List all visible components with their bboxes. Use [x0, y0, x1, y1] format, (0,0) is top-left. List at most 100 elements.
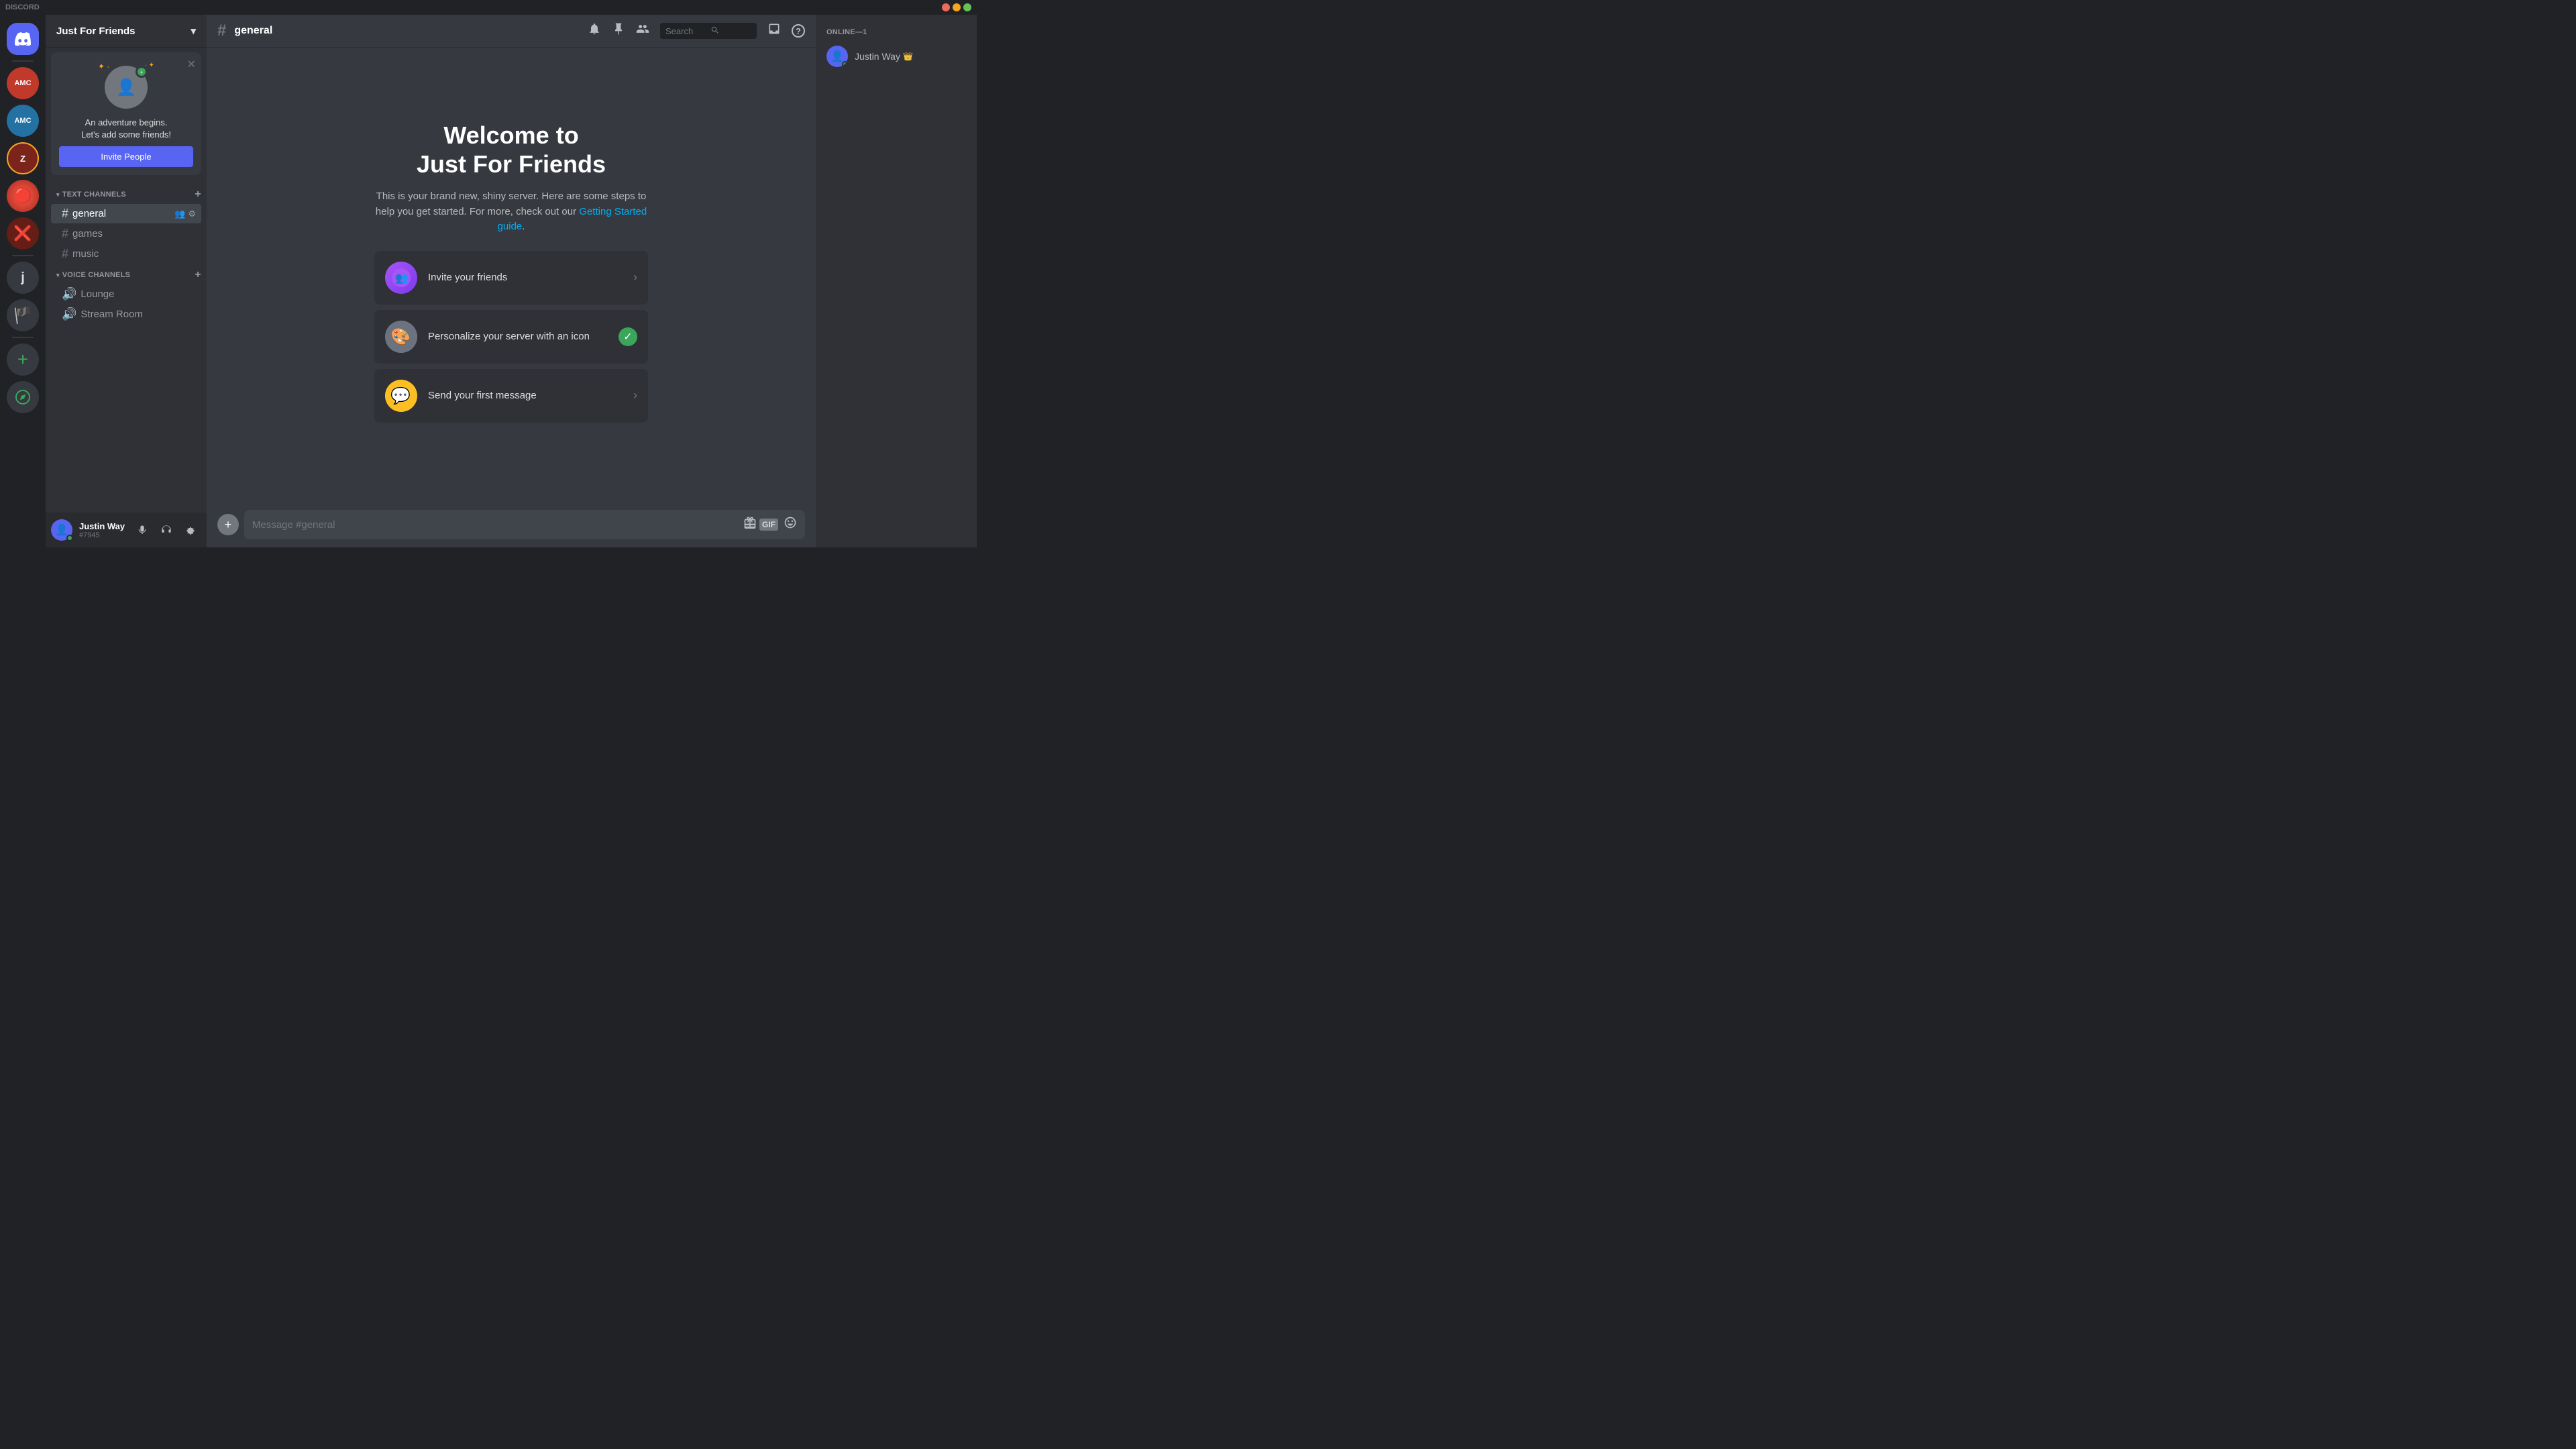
voice-channel-icon-1: 🔊: [62, 287, 76, 301]
add-member-icon[interactable]: 👥: [174, 209, 185, 219]
channel-item-lounge[interactable]: 🔊 Lounge: [51, 284, 201, 304]
member-status-dot: [842, 61, 848, 67]
user-settings-button[interactable]: [180, 519, 201, 541]
explore-button[interactable]: [7, 381, 39, 413]
main-content: # general Search: [207, 15, 816, 547]
emoji-icon[interactable]: [784, 516, 797, 533]
personalize-icon: 🎨: [385, 321, 417, 353]
invite-avatar-area: ✦ · · ✦ 👤 +: [59, 60, 193, 111]
channel-item-general[interactable]: # general 👥 ⚙: [51, 204, 201, 223]
welcome-content: Welcome to Just For Friends This is your…: [364, 99, 659, 449]
invite-popup-close[interactable]: ✕: [187, 58, 196, 71]
welcome-title: Welcome to Just For Friends: [374, 121, 648, 178]
server-divider: [12, 60, 34, 62]
svg-text:🎨: 🎨: [390, 327, 411, 346]
channel-item-stream-room[interactable]: 🔊 Stream Room: [51, 305, 201, 324]
discriminator: #7945: [79, 531, 129, 539]
add-text-channel-icon[interactable]: +: [195, 189, 201, 201]
maximize-btn[interactable]: [963, 3, 971, 11]
invite-friends-label: Invite your friends: [428, 272, 633, 283]
personalize-card[interactable]: 🎨 Personalize your server with an icon ✓: [374, 310, 648, 364]
member-item-justin[interactable]: 👤 Justin Way 👑: [821, 42, 971, 71]
help-icon[interactable]: ?: [792, 24, 805, 38]
gift-icon[interactable]: [743, 516, 757, 533]
voice-channels-section: ▾ VOICE CHANNELS + 🔊 Lounge 🔊 Stream Roo…: [46, 266, 207, 324]
server-icon-xserver[interactable]: ❌: [7, 217, 39, 250]
server-icon-amc2[interactable]: AMC: [7, 105, 39, 137]
minimize-btn[interactable]: [953, 3, 961, 11]
header-channel-name: general: [234, 25, 272, 37]
online-header: ONLINE—1: [821, 25, 971, 39]
invite-text: An adventure begins. Let's add some frie…: [59, 117, 193, 141]
server-icon-amc1[interactable]: AMC: [7, 67, 39, 99]
search-placeholder: Search: [665, 26, 706, 36]
invite-friends-icon: 👥: [385, 262, 417, 294]
server-chevron-icon: ▾: [191, 25, 196, 37]
invite-friends-card[interactable]: 👥 Invite your friends ›: [374, 251, 648, 305]
text-channel-icon: #: [62, 207, 68, 221]
bell-icon[interactable]: [588, 22, 601, 40]
channel-actions: 👥 ⚙: [174, 209, 196, 219]
window-controls[interactable]: [942, 3, 971, 11]
channel-settings-icon[interactable]: ⚙: [188, 209, 196, 219]
server-header[interactable]: Just For Friends ▾: [46, 15, 207, 47]
pin-icon[interactable]: [612, 22, 625, 40]
voice-channels-chevron-icon: ▾: [56, 272, 60, 279]
message-input[interactable]: [252, 519, 738, 531]
close-btn[interactable]: [942, 3, 950, 11]
svg-text:💬: 💬: [390, 386, 411, 405]
user-info: Justin Way #7945: [79, 521, 129, 539]
text-channel-icon-3: #: [62, 247, 68, 261]
invite-friends-arrow-icon: ›: [633, 270, 637, 284]
welcome-subtitle: This is your brand new, shiny server. He…: [374, 189, 648, 235]
first-message-card[interactable]: 💬 Send your first message ›: [374, 369, 648, 423]
personalize-label: Personalize your server with an icon: [428, 331, 619, 342]
message-input-wrap: GIF: [244, 510, 805, 539]
gif-icon[interactable]: GIF: [759, 519, 778, 531]
titlebar: DISCORD: [0, 0, 977, 15]
first-message-icon: 💬: [385, 380, 417, 412]
server-icon-zserver[interactable]: Z: [7, 142, 39, 174]
member-avatar-justin: 👤: [826, 46, 848, 67]
invite-people-button[interactable]: Invite People: [59, 146, 193, 167]
voice-channel-icon-2: 🔊: [62, 307, 76, 321]
server-divider-3: [12, 337, 34, 338]
message-bar: + GIF: [207, 502, 816, 547]
header-icons: Search ?: [588, 22, 805, 40]
channel-item-games[interactable]: # games: [51, 224, 201, 244]
server-icon-jserver[interactable]: j: [7, 262, 39, 294]
user-bar: 👤 Justin Way #7945: [46, 513, 207, 547]
server-icon-home[interactable]: [7, 23, 39, 55]
app: AMC AMC Z 🔴 ❌ j 🏴 + Just For Friends ▾: [0, 15, 977, 547]
add-attachment-button[interactable]: +: [217, 514, 239, 535]
mic-button[interactable]: [131, 519, 153, 541]
text-channels-chevron-icon: ▾: [56, 191, 60, 199]
user-avatar: 👤: [51, 519, 72, 541]
server-sidebar: AMC AMC Z 🔴 ❌ j 🏴 +: [0, 15, 46, 547]
username: Justin Way: [79, 521, 129, 531]
invite-popup: ✕ ✦ · · ✦ 👤 + An adventure begins. Let's…: [51, 52, 201, 175]
voice-channels-header[interactable]: ▾ VOICE CHANNELS +: [46, 266, 207, 284]
headphones-button[interactable]: [156, 519, 177, 541]
user-status-dot: [66, 535, 73, 541]
members-icon[interactable]: [636, 22, 649, 40]
text-channels-header[interactable]: ▾ TEXT CHANNELS +: [46, 186, 207, 203]
sparkle-left-icon: ✦ ·: [98, 62, 109, 71]
add-server-button[interactable]: +: [7, 343, 39, 376]
inbox-icon[interactable]: [767, 22, 781, 40]
invite-avatar-wrap: ✦ · · ✦ 👤 +: [105, 66, 148, 109]
add-voice-channel-icon[interactable]: +: [195, 269, 201, 281]
text-channels-section: ▾ TEXT CHANNELS + # general 👥 ⚙ # games: [46, 186, 207, 264]
user-controls: [131, 519, 201, 541]
server-icon-pirate[interactable]: 🏴: [7, 299, 39, 331]
crown-icon: 👑: [903, 52, 913, 61]
server-icon-rserver[interactable]: 🔴: [7, 180, 39, 212]
search-box[interactable]: Search: [660, 23, 757, 39]
first-message-label: Send your first message: [428, 390, 633, 401]
channels-list: ▾ TEXT CHANNELS + # general 👥 ⚙ # games: [46, 180, 207, 513]
svg-text:👥: 👥: [395, 272, 409, 284]
channel-sidebar: Just For Friends ▾ ✕ ✦ · · ✦ 👤 + An adve…: [46, 15, 207, 547]
text-channel-icon-2: #: [62, 227, 68, 241]
invite-avatar-badge: +: [136, 66, 148, 78]
channel-item-music[interactable]: # music: [51, 244, 201, 264]
